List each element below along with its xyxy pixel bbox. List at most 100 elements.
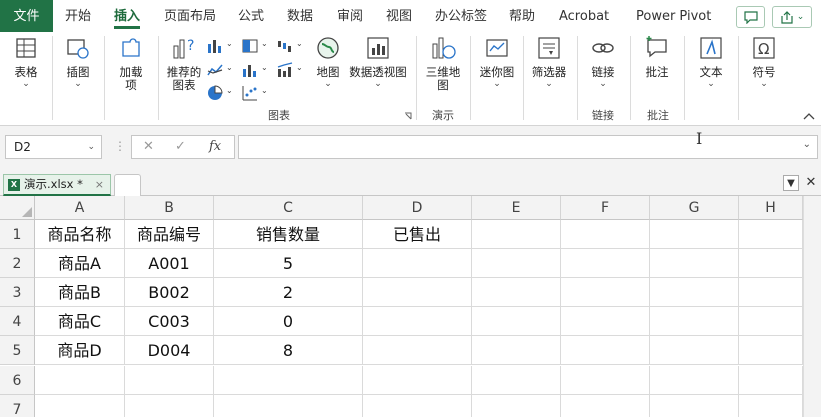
- text-button[interactable]: 文本 ⌄: [693, 34, 729, 89]
- row-header-3[interactable]: 3: [0, 278, 35, 308]
- cell-c7[interactable]: [214, 394, 363, 417]
- column-header-c[interactable]: C: [214, 196, 363, 220]
- menu-tab-office-tab[interactable]: 办公标签: [435, 0, 487, 32]
- cell-d2[interactable]: [363, 249, 472, 279]
- cell-g1[interactable]: [650, 220, 739, 250]
- cell-a3[interactable]: 商品B: [35, 278, 125, 308]
- menu-tab-insert[interactable]: 插入: [114, 0, 141, 32]
- menu-tab-acrobat[interactable]: Acrobat: [559, 0, 609, 32]
- cell-h4[interactable]: [739, 307, 803, 337]
- cell-c5[interactable]: 8: [214, 336, 363, 366]
- new-workbook-tab[interactable]: [114, 174, 141, 196]
- cell-b7[interactable]: [125, 394, 214, 417]
- cell-h2[interactable]: [739, 249, 803, 279]
- cell-h3[interactable]: [739, 278, 803, 308]
- close-workbook-icon[interactable]: ✕: [803, 175, 819, 191]
- close-tab-icon[interactable]: ×: [95, 175, 104, 194]
- row-header-2[interactable]: 2: [0, 249, 35, 279]
- row-header-6[interactable]: 6: [0, 365, 35, 395]
- name-box[interactable]: D2 ⌄: [5, 135, 102, 159]
- row-header-5[interactable]: 5: [0, 336, 35, 366]
- cell-g5[interactable]: [650, 336, 739, 366]
- cell-g2[interactable]: [650, 249, 739, 279]
- cell-e3[interactable]: [472, 278, 561, 308]
- cell-f4[interactable]: [561, 307, 650, 337]
- addins-button[interactable]: 加载 项: [113, 34, 149, 92]
- cell-d7[interactable]: [363, 394, 472, 417]
- chevron-down-icon[interactable]: ⌄: [87, 136, 95, 158]
- column-header-g[interactable]: G: [650, 196, 739, 220]
- cell-b3[interactable]: B002: [125, 278, 214, 308]
- cell-h1[interactable]: [739, 220, 803, 250]
- comment-button[interactable]: 批注: [639, 34, 675, 79]
- filters-button[interactable]: 筛选器 ⌄: [528, 34, 570, 89]
- cell-f3[interactable]: [561, 278, 650, 308]
- cell-c2[interactable]: 5: [214, 249, 363, 279]
- menu-tab-review[interactable]: 审阅: [337, 0, 363, 32]
- cell-c6[interactable]: [214, 365, 363, 395]
- cell-a7[interactable]: [35, 394, 125, 417]
- cell-c4[interactable]: 0: [214, 307, 363, 337]
- cell-c3[interactable]: 2: [214, 278, 363, 308]
- select-all-corner[interactable]: [0, 196, 35, 220]
- expand-formula-icon[interactable]: ⌄: [803, 139, 811, 150]
- column-chart-icon[interactable]: [206, 37, 224, 55]
- table-button[interactable]: 表格 ⌄: [8, 34, 44, 89]
- cell-g3[interactable]: [650, 278, 739, 308]
- scatter-chart-icon[interactable]: [241, 84, 259, 102]
- statistic-chart-icon[interactable]: [241, 61, 259, 79]
- waterfall-chart-icon[interactable]: [276, 37, 294, 55]
- column-header-a[interactable]: A: [35, 196, 125, 220]
- cell-e5[interactable]: [472, 336, 561, 366]
- share-button[interactable]: ⌄: [772, 6, 812, 28]
- column-header-b[interactable]: B: [125, 196, 214, 220]
- cell-e7[interactable]: [472, 394, 561, 417]
- menu-tab-home[interactable]: 开始: [65, 0, 91, 32]
- cell-b5[interactable]: D004: [125, 336, 214, 366]
- line-chart-icon[interactable]: [206, 61, 224, 79]
- insert-function-icon[interactable]: fx: [209, 139, 221, 154]
- menu-tab-power-pivot[interactable]: Power Pivot: [636, 0, 711, 32]
- maps-button[interactable]: 地图 ⌄: [310, 34, 346, 89]
- cell-b4[interactable]: C003: [125, 307, 214, 337]
- enter-icon[interactable]: ✓: [175, 139, 186, 154]
- vertical-scrollbar[interactable]: [803, 196, 821, 417]
- cell-d4[interactable]: [363, 307, 472, 337]
- hierarchy-chart-icon[interactable]: [241, 37, 259, 55]
- column-header-e[interactable]: E: [472, 196, 561, 220]
- cell-f2[interactable]: [561, 249, 650, 279]
- menu-tab-data[interactable]: 数据: [287, 0, 313, 32]
- more-options-icon[interactable]: ⋮: [114, 139, 126, 153]
- recommended-charts-button[interactable]: ? 推荐的 图表: [164, 34, 204, 92]
- cancel-icon[interactable]: ✕: [143, 139, 154, 154]
- cell-d5[interactable]: [363, 336, 472, 366]
- cell-a5[interactable]: 商品D: [35, 336, 125, 366]
- cell-h5[interactable]: [739, 336, 803, 366]
- 3d-map-button[interactable]: 三维地 图: [423, 34, 463, 92]
- dialog-launcher-icon[interactable]: [404, 112, 412, 120]
- cell-a1[interactable]: 商品名称: [35, 220, 125, 250]
- cell-d6[interactable]: [363, 365, 472, 395]
- pivot-chart-button[interactable]: 数据透视图 ⌄: [347, 34, 409, 89]
- column-header-h[interactable]: H: [739, 196, 803, 220]
- cell-e1[interactable]: [472, 220, 561, 250]
- cell-g4[interactable]: [650, 307, 739, 337]
- cell-f5[interactable]: [561, 336, 650, 366]
- menu-tab-file[interactable]: 文件: [0, 0, 53, 32]
- sparklines-button[interactable]: 迷你图 ⌄: [477, 34, 517, 89]
- cell-f6[interactable]: [561, 365, 650, 395]
- cell-a2[interactable]: 商品A: [35, 249, 125, 279]
- row-header-4[interactable]: 4: [0, 307, 35, 337]
- tab-list-dropdown[interactable]: ▼: [783, 175, 799, 191]
- cell-d3[interactable]: [363, 278, 472, 308]
- collapse-ribbon-icon[interactable]: [803, 112, 815, 120]
- column-header-d[interactable]: D: [363, 196, 472, 220]
- cell-g7[interactable]: [650, 394, 739, 417]
- cell-h6[interactable]: [739, 365, 803, 395]
- cell-g6[interactable]: [650, 365, 739, 395]
- pie-chart-icon[interactable]: [206, 84, 224, 102]
- combo-chart-icon[interactable]: [276, 61, 294, 79]
- cell-h7[interactable]: [739, 394, 803, 417]
- cell-e4[interactable]: [472, 307, 561, 337]
- symbols-button[interactable]: Ω 符号 ⌄: [746, 34, 782, 89]
